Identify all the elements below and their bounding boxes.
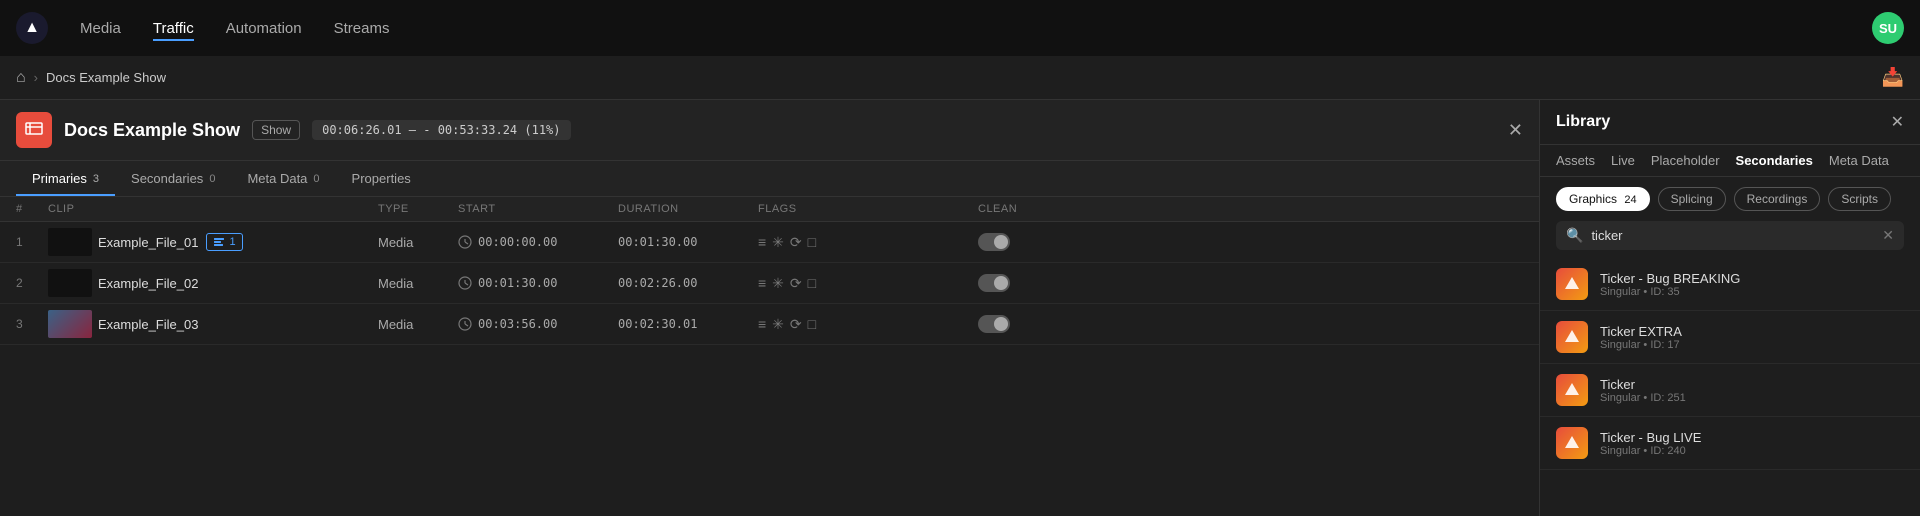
search-clear-button[interactable]: ✕ bbox=[1882, 227, 1894, 244]
filter-recordings[interactable]: Recordings bbox=[1734, 187, 1821, 211]
library-nav: Assets Live Placeholder Secondaries Meta… bbox=[1540, 145, 1920, 177]
breadcrumb-bar: ⌂ › Docs Example Show 📥 bbox=[0, 56, 1920, 100]
list-item[interactable]: Ticker - Bug BREAKING Singular • ID: 35 bbox=[1540, 258, 1920, 311]
nav-traffic[interactable]: Traffic bbox=[153, 16, 194, 41]
lib-item-icon bbox=[1556, 374, 1588, 406]
lib-item-meta: Singular • ID: 17 bbox=[1600, 339, 1682, 351]
lib-item-name: Ticker - Bug LIVE bbox=[1600, 430, 1701, 445]
search-bar: 🔍 ✕ bbox=[1556, 221, 1904, 250]
lib-nav-metadata[interactable]: Meta Data bbox=[1829, 153, 1889, 168]
library-header: Library ✕ bbox=[1540, 100, 1920, 145]
show-title: Docs Example Show bbox=[64, 120, 240, 141]
clip-name-wrap: Example_File_02 bbox=[98, 276, 378, 291]
lib-item-name: Ticker - Bug BREAKING bbox=[1600, 271, 1740, 286]
secondary-badge[interactable]: 1 bbox=[206, 233, 242, 251]
clean-toggle[interactable] bbox=[978, 274, 1010, 292]
lib-nav-assets[interactable]: Assets bbox=[1556, 153, 1595, 168]
show-icon bbox=[16, 112, 52, 148]
tab-secondaries[interactable]: Secondaries 0 bbox=[115, 161, 231, 196]
list-item[interactable]: Ticker Singular • ID: 251 bbox=[1540, 364, 1920, 417]
table-row: 2 Example_File_02 Media 00:01:30.00 00:0… bbox=[0, 263, 1539, 304]
filter-scripts[interactable]: Scripts bbox=[1828, 187, 1891, 211]
lib-item-name: Ticker bbox=[1600, 377, 1686, 392]
nav-automation[interactable]: Automation bbox=[226, 16, 302, 41]
flag-box-icon[interactable]: □ bbox=[808, 275, 816, 291]
library-list: Ticker - Bug BREAKING Singular • ID: 35 … bbox=[1540, 258, 1920, 516]
user-avatar[interactable]: SU bbox=[1872, 12, 1904, 44]
lib-item-name: Ticker EXTRA bbox=[1600, 324, 1682, 339]
library-filters: Graphics 24 Splicing Recordings Scripts bbox=[1540, 177, 1920, 221]
tab-primaries[interactable]: Primaries 3 bbox=[16, 161, 115, 196]
nav-media[interactable]: Media bbox=[80, 16, 121, 41]
main-layout: Docs Example Show Show 00:06:26.01 — - 0… bbox=[0, 100, 1920, 516]
table-row: 1 Example_File_01 1 Media 00:00:00.00 00… bbox=[0, 222, 1539, 263]
show-timecode: 00:06:26.01 — - 00:53:33.24 (11%) bbox=[312, 120, 570, 140]
breadcrumb-separator: › bbox=[34, 70, 38, 85]
lib-item-meta: Singular • ID: 35 bbox=[1600, 286, 1740, 298]
search-icon: 🔍 bbox=[1566, 227, 1583, 244]
tab-properties[interactable]: Properties bbox=[336, 161, 427, 196]
left-panel: Docs Example Show Show 00:06:26.01 — - 0… bbox=[0, 100, 1540, 516]
table-row: 3 Example_File_03 Media 00:03:56.00 00:0… bbox=[0, 304, 1539, 345]
clip-name-wrap: Example_File_01 1 bbox=[98, 233, 378, 251]
close-show-button[interactable]: ✕ bbox=[1508, 120, 1523, 141]
library-title: Library bbox=[1556, 113, 1610, 131]
list-item[interactable]: Ticker - Bug LIVE Singular • ID: 240 bbox=[1540, 417, 1920, 470]
flag-sync-icon[interactable]: ⟳ bbox=[790, 234, 802, 251]
list-item[interactable]: Ticker EXTRA Singular • ID: 17 bbox=[1540, 311, 1920, 364]
clip-name-wrap: Example_File_03 bbox=[98, 317, 378, 332]
breadcrumb-path: Docs Example Show bbox=[46, 70, 166, 85]
flag-star-icon[interactable]: ✳ bbox=[772, 316, 784, 333]
tab-metadata[interactable]: Meta Data 0 bbox=[231, 161, 335, 196]
flag-star-icon[interactable]: ✳ bbox=[772, 234, 784, 251]
lib-nav-placeholder[interactable]: Placeholder bbox=[1651, 153, 1720, 168]
flag-box-icon[interactable]: □ bbox=[808, 316, 816, 332]
flag-notes-icon[interactable]: ≡ bbox=[758, 275, 766, 291]
clean-toggle[interactable] bbox=[978, 233, 1010, 251]
home-icon[interactable]: ⌂ bbox=[16, 69, 26, 87]
inbox-icon[interactable]: 📥 bbox=[1882, 67, 1904, 87]
lib-item-meta: Singular • ID: 240 bbox=[1600, 445, 1701, 457]
filter-graphics[interactable]: Graphics 24 bbox=[1556, 187, 1650, 211]
library-close-button[interactable]: ✕ bbox=[1891, 112, 1904, 132]
flag-notes-icon[interactable]: ≡ bbox=[758, 234, 766, 250]
clip-thumb bbox=[48, 228, 92, 256]
lib-nav-secondaries[interactable]: Secondaries bbox=[1736, 153, 1813, 168]
lib-item-icon bbox=[1556, 321, 1588, 353]
lib-item-icon bbox=[1556, 268, 1588, 300]
nav-streams[interactable]: Streams bbox=[334, 16, 390, 41]
library-panel: Library ✕ Assets Live Placeholder Second… bbox=[1540, 100, 1920, 516]
show-header: Docs Example Show Show 00:06:26.01 — - 0… bbox=[0, 100, 1539, 161]
clip-thumb bbox=[48, 269, 92, 297]
show-badge-button[interactable]: Show bbox=[252, 120, 300, 140]
flag-notes-icon[interactable]: ≡ bbox=[758, 316, 766, 332]
lib-item-icon bbox=[1556, 427, 1588, 459]
clip-thumb bbox=[48, 310, 92, 338]
clean-toggle[interactable] bbox=[978, 315, 1010, 333]
tab-bar: Primaries 3 Secondaries 0 Meta Data 0 Pr… bbox=[0, 161, 1539, 197]
filter-splicing[interactable]: Splicing bbox=[1658, 187, 1726, 211]
lib-nav-live[interactable]: Live bbox=[1611, 153, 1635, 168]
top-nav: ▲ Media Traffic Automation Streams SU bbox=[0, 0, 1920, 56]
lib-item-meta: Singular • ID: 251 bbox=[1600, 392, 1686, 404]
table-container: # CLIP TYPE START DURATION FLAGS CLEAN 1… bbox=[0, 197, 1539, 516]
flag-box-icon[interactable]: □ bbox=[808, 234, 816, 250]
flag-star-icon[interactable]: ✳ bbox=[772, 275, 784, 292]
flag-sync-icon[interactable]: ⟳ bbox=[790, 316, 802, 333]
search-input[interactable] bbox=[1591, 228, 1874, 243]
logo[interactable]: ▲ bbox=[16, 12, 48, 44]
flag-sync-icon[interactable]: ⟳ bbox=[790, 275, 802, 292]
table-header: # CLIP TYPE START DURATION FLAGS CLEAN bbox=[0, 197, 1539, 222]
